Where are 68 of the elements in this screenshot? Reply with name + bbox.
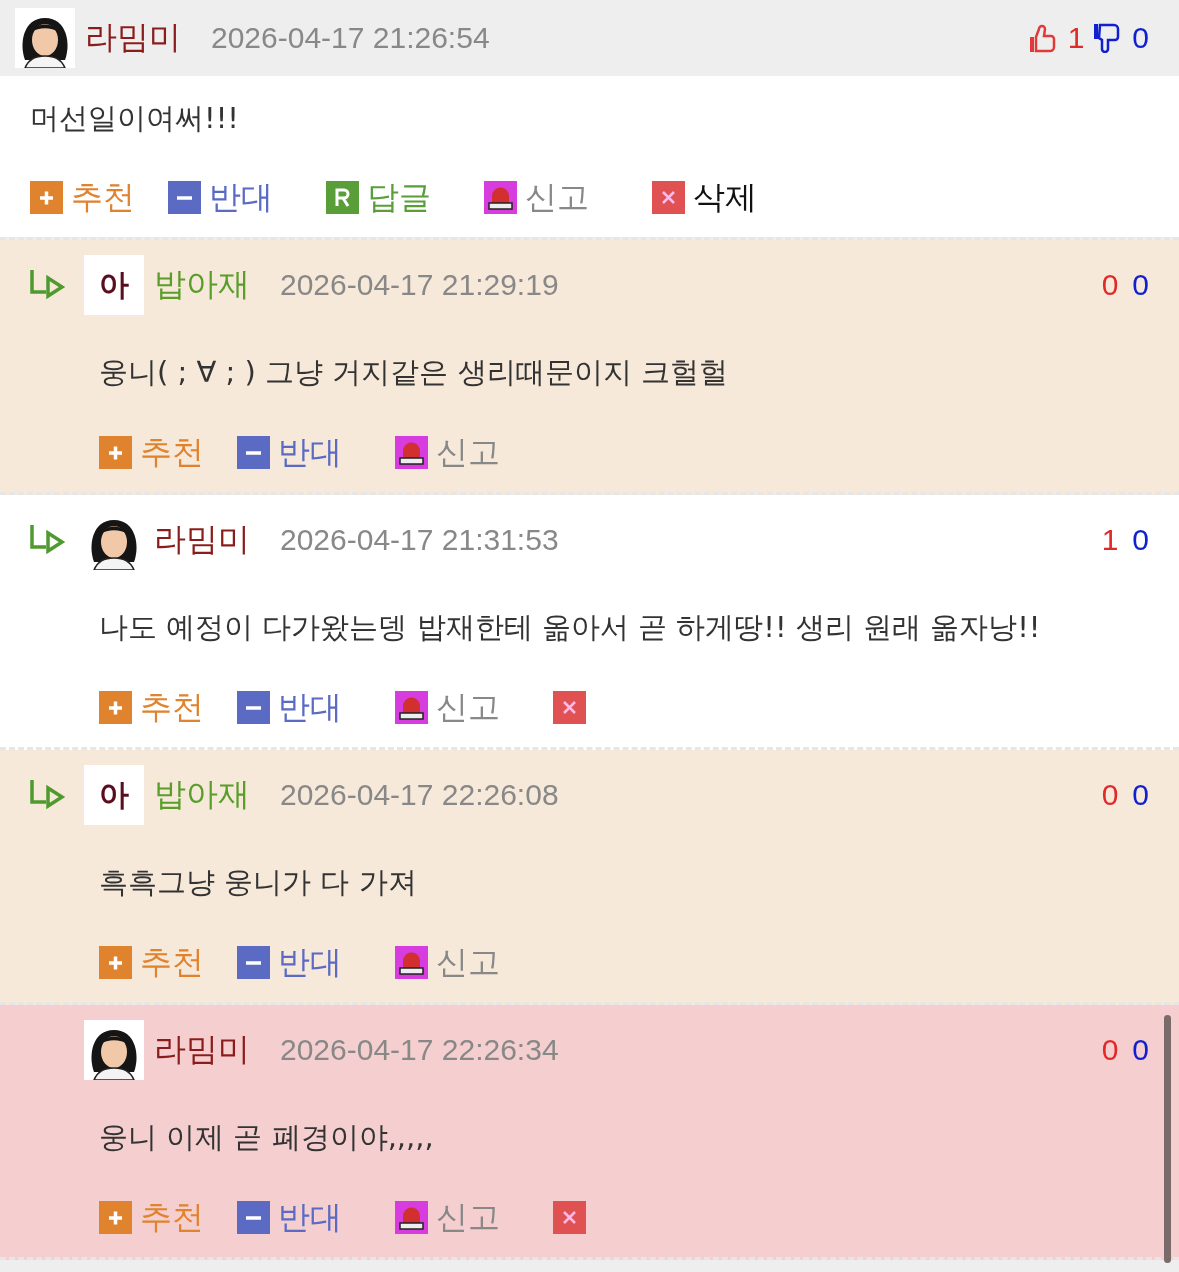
siren-icon xyxy=(395,945,428,979)
comment-text: 웅니( ; ∀ ; ) 그냥 거지같은 생리때문이지 크헐헐 xyxy=(99,354,729,391)
report-link[interactable]: 신고 xyxy=(484,177,589,217)
recommend-link[interactable]: 추천 xyxy=(99,687,204,727)
report-link[interactable]: 신고 xyxy=(395,687,500,727)
plus-icon xyxy=(99,1200,132,1234)
minus-icon xyxy=(237,435,270,469)
timestamp: 2026-04-17 22:26:08 xyxy=(280,778,559,812)
delete-link[interactable] xyxy=(553,690,586,724)
report-link[interactable]: 신고 xyxy=(395,432,500,472)
plus-icon xyxy=(99,945,132,979)
upvote-count: 0 xyxy=(1101,268,1119,302)
comment-text: 웅니 이제 곧 폐경이야,,,,, xyxy=(99,1119,435,1156)
downvote-count: 0 xyxy=(1132,21,1149,55)
comment-text: 나도 예정이 다가왔는뎅 밥재한테 옮아서 곧 하게땅!! 생리 원래 옮자낭!! xyxy=(99,609,1042,646)
minus-icon xyxy=(237,1200,270,1234)
delete-icon xyxy=(553,1200,586,1234)
upvote-count: 0 xyxy=(1101,778,1119,812)
timestamp: 2026-04-17 21:29:19 xyxy=(280,268,559,302)
plus-icon xyxy=(99,435,132,469)
author-name[interactable]: 라밈미 xyxy=(154,518,250,562)
downvote-count: 0 xyxy=(1132,268,1149,302)
plus-icon xyxy=(99,690,132,724)
siren-icon xyxy=(395,1200,428,1234)
comment-text: 머선일이여써!!! xyxy=(30,100,240,137)
upvote-count: 0 xyxy=(1101,1033,1119,1067)
delete-link[interactable]: 삭제 xyxy=(652,177,757,217)
delete-icon xyxy=(652,180,685,214)
siren-icon xyxy=(395,690,428,724)
downvote-count: 0 xyxy=(1132,1033,1149,1067)
recommend-link[interactable]: 추천 xyxy=(99,1197,204,1237)
oppose-link[interactable]: 반대 xyxy=(237,432,342,472)
avatar xyxy=(84,1020,144,1080)
author-name[interactable]: 라밈미 xyxy=(154,1028,250,1072)
recommend-link[interactable]: 추천 xyxy=(99,942,204,982)
minus-icon xyxy=(237,690,270,724)
comment-text: 흑흑그냥 웅니가 다 가져 xyxy=(99,864,418,901)
siren-icon xyxy=(484,180,517,214)
timestamp: 2026-04-17 21:26:54 xyxy=(211,21,490,55)
upvote-count: 1 xyxy=(1101,523,1119,557)
report-link[interactable]: 신고 xyxy=(395,1197,500,1237)
plus-icon xyxy=(30,180,63,214)
minus-icon xyxy=(237,945,270,979)
letter-avatar: 아 xyxy=(84,765,144,825)
author-name[interactable]: 밥아재 xyxy=(154,773,250,817)
recommend-link[interactable]: 추천 xyxy=(99,432,204,472)
downvote-count: 0 xyxy=(1132,778,1149,812)
scrollbar[interactable] xyxy=(1164,1015,1171,1263)
upvote-count: 1 xyxy=(1067,21,1085,55)
siren-icon xyxy=(395,435,428,469)
oppose-link[interactable]: 반대 xyxy=(237,1197,342,1237)
author-name[interactable]: 밥아재 xyxy=(154,263,250,307)
timestamp: 2026-04-17 22:26:34 xyxy=(280,1033,559,1067)
oppose-link[interactable]: 반대 xyxy=(237,942,342,982)
avatar xyxy=(15,8,75,68)
oppose-link[interactable]: 반대 xyxy=(237,687,342,727)
recommend-link[interactable]: 추천 xyxy=(30,177,135,217)
downvote-count: 0 xyxy=(1132,523,1149,557)
letter-avatar: 아 xyxy=(84,255,144,315)
delete-icon xyxy=(553,690,586,724)
reply-icon xyxy=(326,180,359,214)
oppose-link[interactable]: 반대 xyxy=(168,177,273,217)
timestamp: 2026-04-17 21:31:53 xyxy=(280,523,559,557)
minus-icon xyxy=(168,180,201,214)
report-link[interactable]: 신고 xyxy=(395,942,500,982)
reply-link[interactable]: 답글 xyxy=(326,177,431,217)
author-name[interactable]: 라밈미 xyxy=(85,16,181,60)
delete-link[interactable] xyxy=(553,1200,586,1234)
